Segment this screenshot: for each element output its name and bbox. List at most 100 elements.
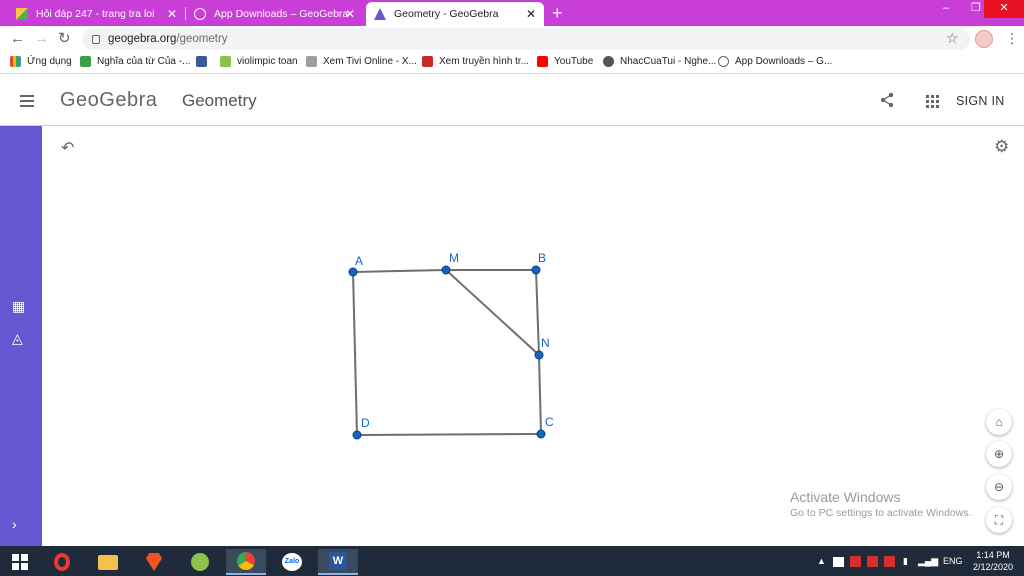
address-bar-row: ← → ↻ geogebra.org/geometry <box>0 26 1024 52</box>
dictionary-icon <box>80 56 91 67</box>
tab-hoidap[interactable]: Hỏi đáp 247 - trang tra loi ✕ <box>8 2 185 26</box>
start-button[interactable] <box>0 549 40 575</box>
bookmark-app-downloads[interactable]: App Downloads – G... <box>718 56 832 67</box>
close-icon[interactable]: ✕ <box>167 7 177 21</box>
expand-arrow-icon[interactable]: › <box>12 516 17 532</box>
language-indicator[interactable]: ENG <box>943 556 963 566</box>
bookmark-violympic[interactable]: violimpic toan <box>220 56 298 67</box>
windows-logo-icon <box>12 554 28 570</box>
close-window-icon[interactable]: ✕ <box>984 0 1024 18</box>
geogebra-logo[interactable]: GeoGebra <box>60 89 157 112</box>
vietkey-icon[interactable] <box>867 556 878 567</box>
apps-grid-icon[interactable] <box>926 95 939 108</box>
flag-icon[interactable] <box>833 557 844 567</box>
url-host: geogebra.org <box>108 33 177 45</box>
bookmark-label: violimpic toan <box>237 56 298 67</box>
tab-title: App Downloads – GeoGebra <box>214 8 349 20</box>
undo-icon[interactable]: ↶ <box>61 138 74 158</box>
youtube-icon <box>537 56 548 67</box>
zalo-app[interactable]: Zalo <box>272 549 312 575</box>
zoom-out-icon[interactable]: ⊖ <box>986 474 1012 500</box>
violympic-icon <box>220 56 231 67</box>
music-icon <box>603 56 614 67</box>
tab-title: Hỏi đáp 247 - trang tra loi <box>36 8 155 20</box>
tab-geometry[interactable]: Geometry - GeoGebra ✕ <box>366 2 544 26</box>
close-icon[interactable]: ✕ <box>526 7 536 21</box>
folder-icon <box>98 554 118 570</box>
show-hidden-icons[interactable]: ▲ <box>817 556 826 566</box>
bookmark-youtube[interactable]: YouTube <box>537 56 593 67</box>
windows-taskbar: Zalo W ▲ ▮ ▂▄▆ ENG <box>0 546 1024 576</box>
forward-icon[interactable]: → <box>34 31 49 47</box>
bookmark-nhaccuatui[interactable]: NhacCuaTui - Nghe... <box>603 56 716 67</box>
fullscreen-icon[interactable]: ⛶ <box>986 507 1012 533</box>
vietkey-icon[interactable] <box>850 556 861 567</box>
word-icon: W <box>329 552 347 570</box>
tv-icon <box>306 56 317 67</box>
clock-time: 1:14 PM <box>976 550 1010 560</box>
bookmark-apps[interactable]: Ứng dụng <box>10 56 72 67</box>
apps-grid-icon <box>10 56 21 67</box>
bookmarks-bar: Ứng dụng Nghĩa của từ Của -... violimpic… <box>0 52 1024 74</box>
tab-title: Geometry - GeoGebra <box>394 8 499 20</box>
geogebra-icon <box>718 56 729 67</box>
battery-icon[interactable]: ▮ <box>903 556 908 567</box>
opera-app[interactable] <box>42 549 82 575</box>
bookmark-dictionary[interactable]: Nghĩa của từ Của -... <box>80 56 190 67</box>
url-field[interactable]: geogebra.org/geometry <box>82 28 970 50</box>
bookmark-truyenhinh[interactable]: Xem truyền hình tr... <box>422 56 529 67</box>
reload-icon[interactable]: ↻ <box>58 31 71 47</box>
tv-red-icon <box>422 56 433 67</box>
lock-icon <box>92 34 100 44</box>
bookmark-star-icon[interactable]: ☆ <box>946 30 959 47</box>
chrome-icon <box>237 552 255 570</box>
geogebra-flower-icon <box>194 8 206 20</box>
bookmark-label: Ứng dụng <box>27 56 72 67</box>
activation-watermark-title: Activate Windows <box>790 489 901 505</box>
bookmark-label: App Downloads – G... <box>735 56 833 67</box>
settings-gear-icon[interactable]: ⚙ <box>994 137 1009 157</box>
wifi-signal-icon[interactable]: ▂▄▆ <box>918 556 938 567</box>
chrome-app[interactable] <box>226 549 266 575</box>
vietkey-icon[interactable] <box>884 556 895 567</box>
graphics-view[interactable] <box>42 126 1024 546</box>
bookmark-label: NhacCuaTui - Nghe... <box>620 56 717 67</box>
file-explorer-app[interactable] <box>88 549 128 575</box>
app-title: Geometry <box>182 91 257 110</box>
new-tab-icon[interactable]: + <box>552 3 563 24</box>
system-clock[interactable]: 1:14 PM 2/12/2020 <box>970 549 1016 573</box>
zoom-in-icon[interactable]: ⊕ <box>986 441 1012 467</box>
back-icon[interactable]: ← <box>10 31 25 47</box>
app-sidebar: ▦ ◬ › <box>0 126 42 546</box>
home-view-icon[interactable]: ⌂ <box>986 409 1012 435</box>
share-icon[interactable] <box>879 92 895 108</box>
close-icon[interactable]: ✕ <box>345 7 355 21</box>
geometry-tools-icon[interactable]: ◬ <box>12 330 23 347</box>
hamburger-menu-icon[interactable] <box>20 95 34 107</box>
calculator-icon[interactable]: ▦ <box>12 298 25 315</box>
activation-watermark-subtitle: Go to PC settings to activate Windows. <box>790 507 972 519</box>
brave-icon <box>146 553 162 571</box>
coccoc-app[interactable] <box>180 549 220 575</box>
geometry-favicon-icon <box>374 8 386 20</box>
menu-kebab-icon[interactable]: ⋮ <box>1005 30 1019 47</box>
bookmark-tivi[interactable]: Xem Tivi Online - X... <box>306 56 417 67</box>
bookmark-label: Xem truyền hình tr... <box>439 56 530 67</box>
browser-tab-strip: Hỏi đáp 247 - trang tra loi ✕ App Downlo… <box>0 0 1024 26</box>
minimize-icon[interactable]: – <box>932 0 960 18</box>
facebook-icon <box>196 56 207 67</box>
tab-app-downloads[interactable]: App Downloads – GeoGebra ✕ <box>186 2 363 26</box>
bookmark-label: Nghĩa của từ Của -... <box>97 56 191 67</box>
sign-in-button[interactable]: SIGN IN <box>956 94 1005 108</box>
brave-app[interactable] <box>134 549 174 575</box>
geogebra-header: GeoGebra Geometry SIGN IN <box>0 76 1024 126</box>
bookmark-label: YouTube <box>554 56 594 67</box>
coccoc-icon <box>191 553 209 571</box>
url-path: /geometry <box>176 33 228 45</box>
bookmark-label: Xem Tivi Online - X... <box>323 56 417 67</box>
bookmark-facebook[interactable] <box>196 56 213 67</box>
word-app[interactable]: W <box>318 549 358 575</box>
profile-avatar[interactable] <box>975 30 993 48</box>
opera-icon <box>54 553 70 571</box>
clock-date: 2/12/2020 <box>972 562 1014 572</box>
